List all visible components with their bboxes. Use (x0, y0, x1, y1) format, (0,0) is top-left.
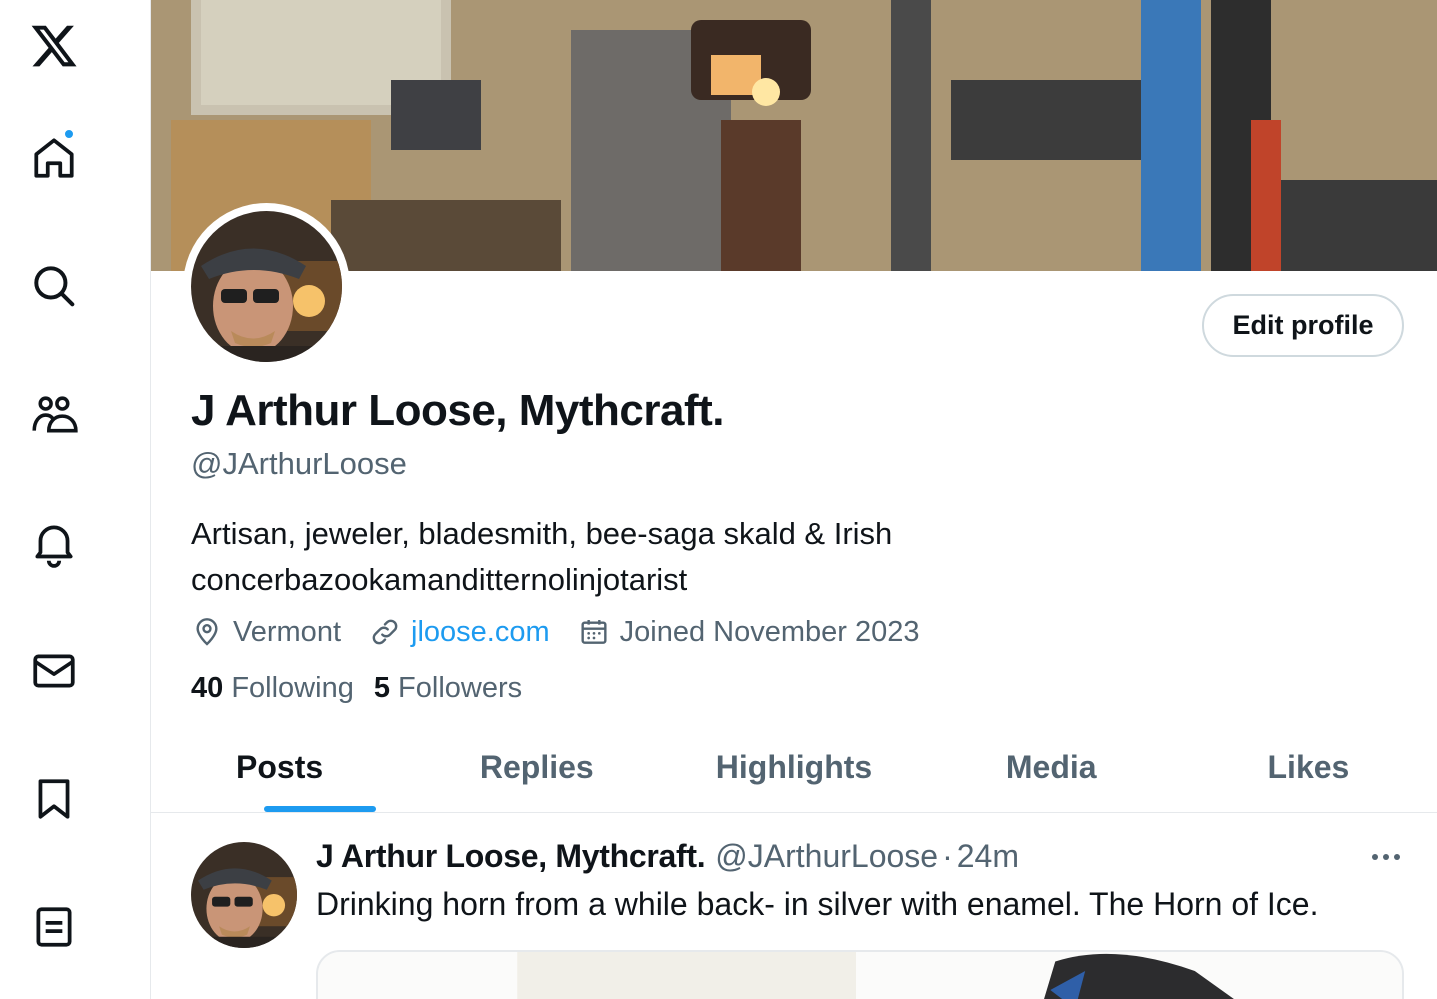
profile-tabs: Posts Replies Highlights Media Likes (151, 722, 1437, 813)
tab-label: Media (1005, 748, 1097, 785)
location: Vermont (191, 616, 341, 649)
followers-count: 5 (373, 672, 390, 704)
profile-bio: Artisan, jeweler, bladesmith, bee-saga s… (191, 511, 1391, 603)
post-avatar[interactable] (191, 842, 297, 948)
profile-stats: 40 Following 5 Followers (191, 672, 542, 705)
following-label: Following (231, 672, 354, 704)
notification-dot (63, 128, 75, 140)
active-tab-indicator (264, 806, 376, 812)
tab-label: Replies (479, 748, 594, 785)
tab-label: Posts (236, 748, 324, 785)
post-separator: · (942, 838, 953, 874)
post-author-handle[interactable]: @JArthurLoose (715, 838, 938, 875)
bio-line-1: Artisan, jeweler, bladesmith, bee-saga s… (191, 516, 893, 551)
website-link[interactable]: jloose.com (411, 616, 550, 649)
search-icon[interactable] (24, 256, 84, 316)
tab-highlights[interactable]: Highlights (665, 722, 922, 812)
followers-label: Followers (398, 672, 523, 704)
profile-meta: Vermont jloose.com Joined November 2023 (191, 612, 947, 652)
tab-label: Highlights (715, 748, 873, 785)
tab-label: Likes (1267, 748, 1350, 785)
profile-avatar[interactable] (183, 203, 350, 370)
location-pin-icon (196, 618, 218, 646)
x-logo-icon[interactable] (24, 16, 84, 76)
calendar-icon (581, 620, 607, 644)
post-header: J Arthur Loose, Mythcraft. @JArthurLoose… (316, 838, 1019, 875)
bio-line-2: concerbazookamanditternolinjotarist (191, 562, 688, 597)
post-timestamp[interactable]: 24m (957, 838, 1019, 875)
profile-banner[interactable] (151, 0, 1437, 271)
location-text: Vermont (233, 615, 341, 648)
website[interactable]: jloose.com (369, 616, 550, 649)
lists-icon[interactable] (24, 897, 84, 957)
tab-replies[interactable]: Replies (408, 722, 665, 812)
messages-icon[interactable] (24, 641, 84, 701)
home-icon[interactable] (24, 128, 84, 188)
joined-text: Joined November 2023 (619, 615, 920, 648)
tab-likes[interactable]: Likes (1180, 722, 1437, 812)
tab-media[interactable]: Media (923, 722, 1180, 812)
post-media[interactable] (316, 950, 1404, 999)
communities-icon[interactable] (24, 384, 84, 444)
notifications-icon[interactable] (24, 513, 84, 573)
tab-posts[interactable]: Posts (151, 722, 408, 812)
followers-stat[interactable]: 5 Followers (374, 672, 522, 705)
post-text: Drinking horn from a while back- in silv… (316, 886, 1319, 922)
edit-profile-button[interactable]: Edit profile (1202, 294, 1404, 357)
link-icon (372, 619, 398, 645)
more-options-icon[interactable] (1366, 842, 1406, 872)
sidebar (0, 0, 151, 999)
profile-display-name: J Arthur Loose, Mythcraft. (191, 386, 724, 435)
post-author-name[interactable]: J Arthur Loose, Mythcraft. (316, 838, 706, 875)
joined-date: Joined November 2023 (578, 615, 920, 649)
following-count: 40 (191, 672, 224, 704)
bookmarks-icon[interactable] (24, 769, 84, 829)
following-stat[interactable]: 40 Following (191, 672, 354, 705)
profile-handle: @JArthurLoose (191, 446, 407, 481)
